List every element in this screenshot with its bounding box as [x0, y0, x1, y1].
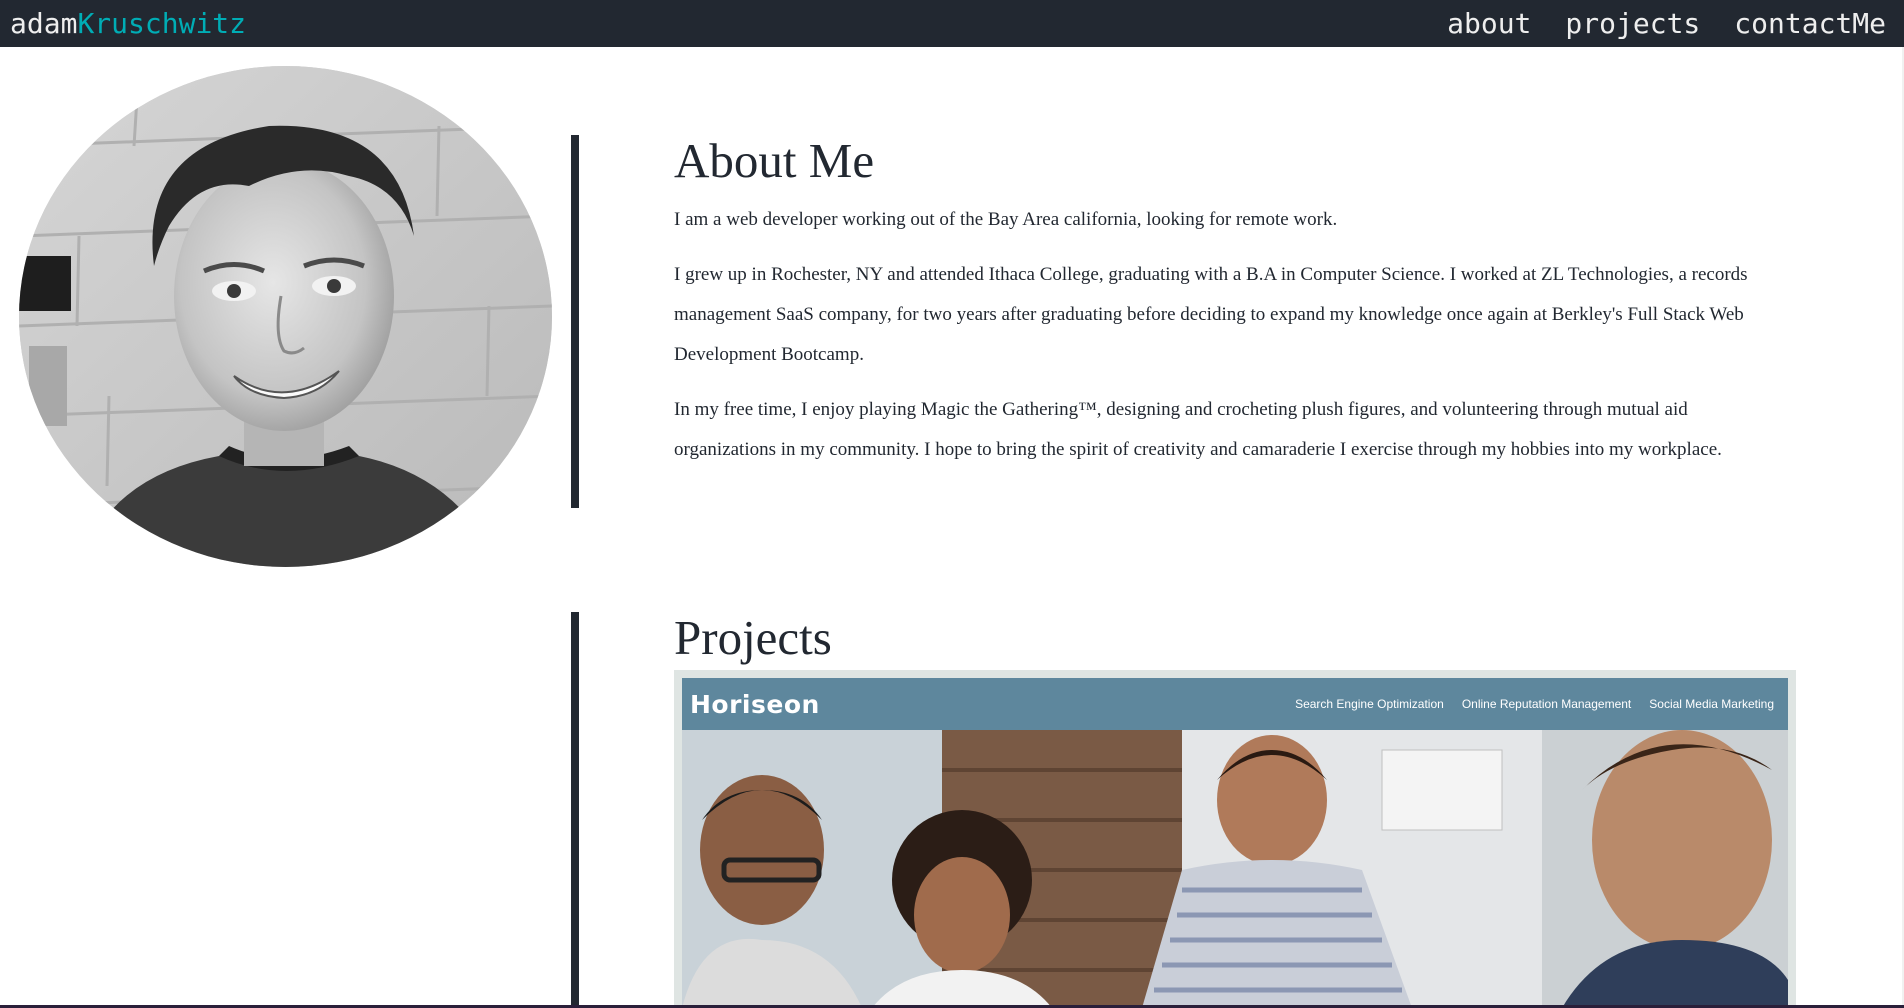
nav-link-contact[interactable]: contactMe: [1734, 7, 1886, 40]
project-screenshot: Horiseon Search Engine Optimization Onli…: [682, 678, 1788, 1008]
project-card-horiseon[interactable]: Horiseon Search Engine Optimization Onli…: [674, 670, 1796, 1008]
project-nav: Search Engine Optimization Online Reputa…: [1295, 697, 1774, 711]
nav-link-about[interactable]: about: [1447, 7, 1531, 40]
about-title: About Me: [674, 133, 875, 188]
about-paragraph: In my free time, I enjoy playing Magic t…: [674, 399, 1722, 460]
brand-last-name: Kruschwitz: [77, 7, 247, 40]
nav-link-projects[interactable]: projects: [1565, 7, 1700, 40]
project-nav-item: Social Media Marketing: [1649, 697, 1774, 711]
navbar: adamKruschwitz about projects contactMe: [0, 0, 1904, 47]
project-hero-photo: [682, 730, 1788, 1008]
project-screenshot-header: Horiseon Search Engine Optimization Onli…: [682, 678, 1788, 730]
nav-menu: about projects contactMe: [1447, 7, 1886, 40]
site-brand[interactable]: adamKruschwitz: [10, 7, 246, 40]
about-paragraph: I am a web developer working out of the …: [674, 209, 1338, 230]
project-logo: Horiseon: [690, 689, 820, 719]
about-text: I am a web developer working out of the …: [674, 200, 1754, 485]
profile-portrait: [19, 66, 552, 567]
projects-title: Projects: [674, 610, 832, 665]
projects-section-bar: [571, 612, 579, 1008]
project-nav-item: Online Reputation Management: [1461, 697, 1632, 711]
brand-first-name: adam: [10, 7, 78, 40]
about-section-bar: [571, 135, 579, 508]
project-nav-item: Search Engine Optimization: [1295, 697, 1444, 711]
about-paragraph: I grew up in Rochester, NY and attended …: [674, 264, 1748, 365]
